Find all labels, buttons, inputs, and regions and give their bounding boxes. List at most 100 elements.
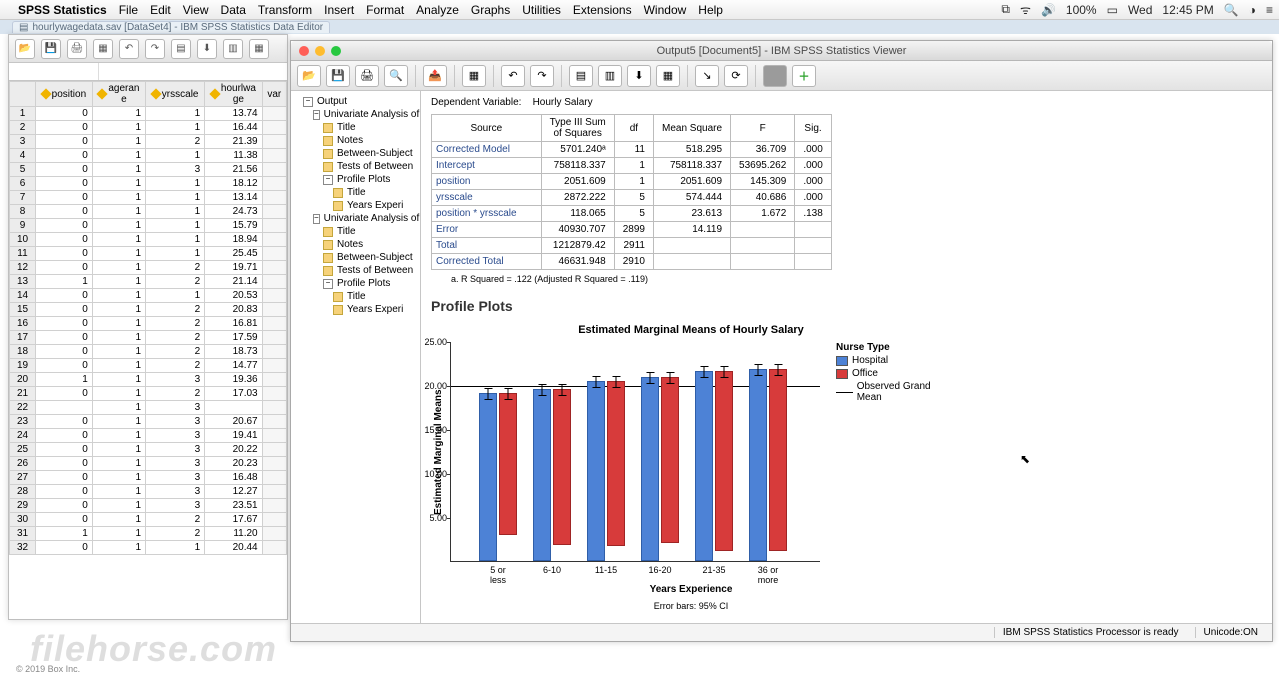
- find-icon[interactable]: ▦: [249, 39, 269, 59]
- data-cell[interactable]: [205, 401, 262, 415]
- row-header[interactable]: 4: [10, 149, 36, 163]
- data-cell-empty[interactable]: [262, 345, 286, 359]
- select-last-icon[interactable]: ↘: [695, 65, 719, 87]
- data-cell[interactable]: 0: [36, 135, 93, 149]
- save-icon[interactable]: 💾: [41, 39, 61, 59]
- goto-var-viewer-icon[interactable]: ⬇: [627, 65, 651, 87]
- data-cell[interactable]: 23.51: [205, 499, 262, 513]
- data-cell[interactable]: 1: [92, 331, 145, 345]
- data-cell[interactable]: 1: [92, 541, 145, 555]
- data-cell-empty[interactable]: [262, 499, 286, 513]
- goto-case-viewer-icon[interactable]: ▥: [598, 65, 622, 87]
- outline-item[interactable]: Tests of Between: [323, 264, 418, 277]
- outline-item[interactable]: Title: [323, 121, 418, 134]
- data-cell[interactable]: 0: [36, 163, 93, 177]
- data-cell[interactable]: 3: [146, 429, 205, 443]
- row-header[interactable]: 6: [10, 177, 36, 191]
- designate-window-icon[interactable]: ⟳: [724, 65, 748, 87]
- data-cell[interactable]: 1: [92, 149, 145, 163]
- data-cell-empty[interactable]: [262, 387, 286, 401]
- data-cell[interactable]: 1: [92, 261, 145, 275]
- row-header[interactable]: 29: [10, 499, 36, 513]
- data-cell[interactable]: 20.67: [205, 415, 262, 429]
- data-cell-empty[interactable]: [262, 261, 286, 275]
- menu-transform[interactable]: Transform: [258, 3, 312, 17]
- volume-icon[interactable]: 🔊: [1041, 3, 1056, 17]
- data-cell-empty[interactable]: [262, 317, 286, 331]
- menu-help[interactable]: Help: [698, 3, 723, 17]
- row-header[interactable]: 28: [10, 485, 36, 499]
- data-cell[interactable]: 11.20: [205, 527, 262, 541]
- print-icon[interactable]: 🖨: [67, 39, 87, 59]
- control-center-icon[interactable]: ◑: [1249, 3, 1256, 17]
- column-header[interactable]: agerane: [92, 82, 145, 107]
- data-editor-window[interactable]: 📂 💾 🖨 ▦ ↶ ↷ ▤ ⬇ ▥ ▦ positionageraneyrssc…: [8, 34, 288, 620]
- data-cell[interactable]: 0: [36, 121, 93, 135]
- data-cell[interactable]: 1: [92, 345, 145, 359]
- row-header[interactable]: 1: [10, 107, 36, 121]
- data-cell[interactable]: 1: [92, 107, 145, 121]
- outline-pane[interactable]: OutputUnivariate Analysis ofTitleNotesBe…: [291, 91, 421, 623]
- data-grid[interactable]: positionageraneyrsscalehourlwagevar 1011…: [9, 81, 287, 619]
- data-cell[interactable]: 0: [36, 261, 93, 275]
- data-cell-empty[interactable]: [262, 149, 286, 163]
- row-header[interactable]: 27: [10, 471, 36, 485]
- data-cell-empty[interactable]: [262, 135, 286, 149]
- outline-item[interactable]: Years Experi: [333, 303, 418, 316]
- data-cell[interactable]: 14.77: [205, 359, 262, 373]
- row-header[interactable]: 24: [10, 429, 36, 443]
- data-cell[interactable]: 1: [92, 527, 145, 541]
- data-cell[interactable]: 1: [92, 289, 145, 303]
- data-cell-empty[interactable]: [262, 233, 286, 247]
- undo-icon[interactable]: ↶: [119, 39, 139, 59]
- data-cell[interactable]: 16.48: [205, 471, 262, 485]
- export-icon[interactable]: 📤: [423, 65, 447, 87]
- row-header[interactable]: 11: [10, 247, 36, 261]
- data-cell[interactable]: 1: [92, 233, 145, 247]
- data-cell[interactable]: 0: [36, 457, 93, 471]
- row-header[interactable]: 31: [10, 527, 36, 541]
- data-cell-empty[interactable]: [262, 373, 286, 387]
- background-tab[interactable]: ▤ hourlywagedata.sav [DataSet4] - IBM SP…: [12, 21, 330, 33]
- data-cell[interactable]: 1: [146, 233, 205, 247]
- variables-icon[interactable]: ▥: [223, 39, 243, 59]
- data-cell[interactable]: 3: [146, 457, 205, 471]
- data-cell[interactable]: 2: [146, 345, 205, 359]
- redo-viewer-icon[interactable]: ↷: [530, 65, 554, 87]
- data-cell[interactable]: 0: [36, 149, 93, 163]
- data-cell[interactable]: 3: [146, 401, 205, 415]
- row-header[interactable]: 18: [10, 345, 36, 359]
- data-cell[interactable]: 2: [146, 513, 205, 527]
- data-cell[interactable]: 0: [36, 205, 93, 219]
- data-cell-empty[interactable]: [262, 205, 286, 219]
- data-cell[interactable]: 2: [146, 317, 205, 331]
- data-cell[interactable]: 19.41: [205, 429, 262, 443]
- data-cell[interactable]: 0: [36, 387, 93, 401]
- outline-item[interactable]: Tests of Between: [323, 160, 418, 173]
- row-header[interactable]: 3: [10, 135, 36, 149]
- data-cell[interactable]: 0: [36, 219, 93, 233]
- data-cell[interactable]: 20.44: [205, 541, 262, 555]
- menu-edit[interactable]: Edit: [150, 3, 171, 17]
- data-cell-empty[interactable]: [262, 415, 286, 429]
- data-cell-empty[interactable]: [262, 513, 286, 527]
- window-controls[interactable]: [299, 46, 341, 56]
- data-cell[interactable]: 18.12: [205, 177, 262, 191]
- data-cell[interactable]: 1: [92, 303, 145, 317]
- outline-item[interactable]: Between-Subject: [323, 251, 418, 264]
- row-header[interactable]: 26: [10, 457, 36, 471]
- data-cell[interactable]: 3: [146, 471, 205, 485]
- outline-branch[interactable]: Profile Plots: [323, 277, 418, 290]
- data-cell[interactable]: 20.22: [205, 443, 262, 457]
- column-header[interactable]: var: [262, 82, 286, 107]
- data-cell[interactable]: 0: [36, 247, 93, 261]
- data-cell-empty[interactable]: [262, 401, 286, 415]
- data-cell[interactable]: 1: [146, 177, 205, 191]
- data-cell[interactable]: 2: [146, 303, 205, 317]
- data-cell[interactable]: 2: [146, 527, 205, 541]
- data-cell[interactable]: 3: [146, 163, 205, 177]
- save-output-icon[interactable]: 💾: [326, 65, 350, 87]
- menu-format[interactable]: Format: [366, 3, 404, 17]
- menu-view[interactable]: View: [183, 3, 209, 17]
- data-cell[interactable]: 2: [146, 331, 205, 345]
